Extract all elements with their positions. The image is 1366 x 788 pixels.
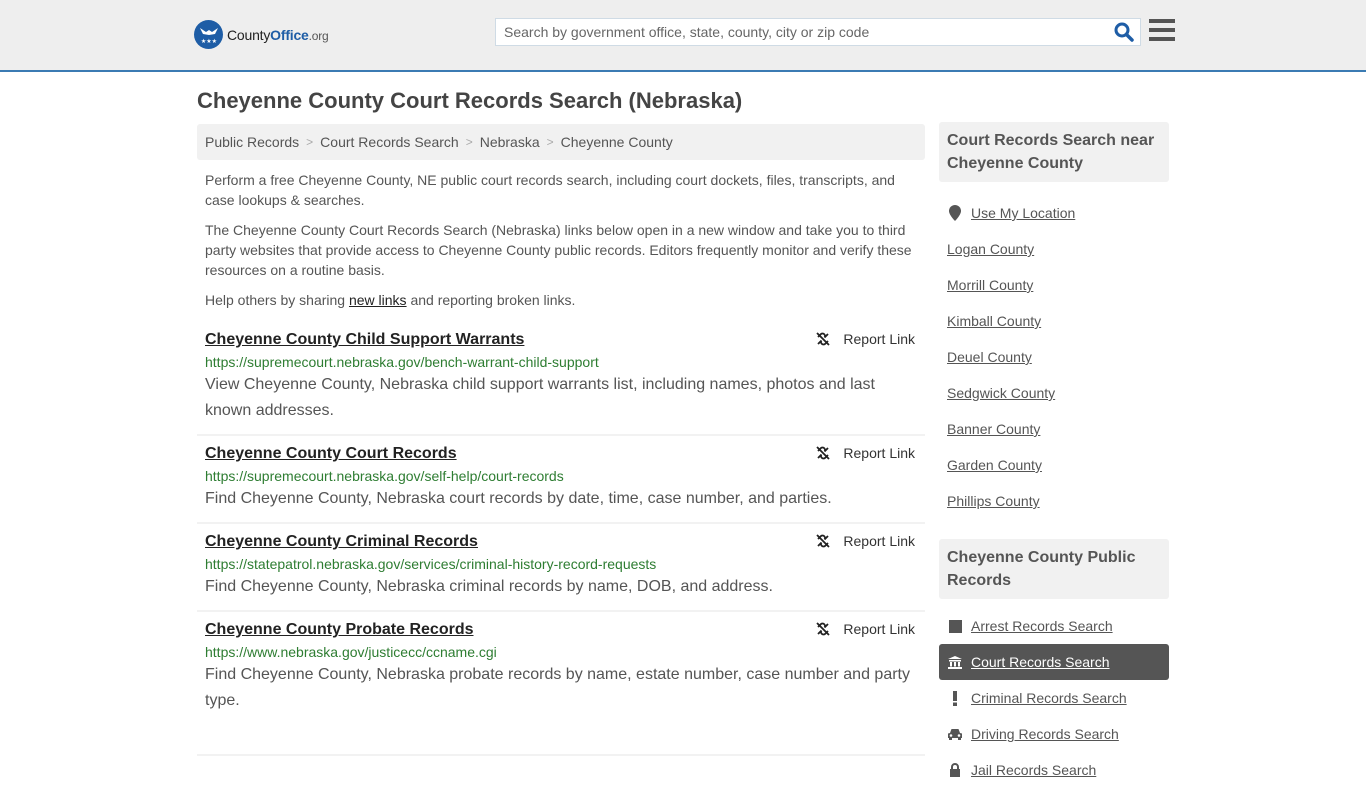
breadcrumb-cheyenne-county[interactable]: Cheyenne County <box>561 134 673 150</box>
use-my-location-item: Use My Location <box>939 195 1169 231</box>
criminal-records-link[interactable]: Criminal Records Search <box>971 690 1127 706</box>
court-records-link[interactable]: Court Records Search <box>971 654 1110 670</box>
result-item: Cheyenne County Criminal Records Report … <box>197 524 925 612</box>
breadcrumb-public-records[interactable]: Public Records <box>205 134 299 150</box>
map-marker-icon <box>947 205 963 221</box>
page-title: Cheyenne County Court Records Search (Ne… <box>197 88 743 113</box>
public-records-item-driving[interactable]: Driving Records Search <box>939 716 1169 752</box>
public-records-heading: Cheyenne County Public Records <box>939 539 1169 599</box>
nearby-county-item: Garden County <box>939 447 1169 483</box>
breadcrumb-court-records-search[interactable]: Court Records Search <box>320 134 459 150</box>
jail-records-link[interactable]: Jail Records Search <box>971 762 1096 778</box>
result-item: Cheyenne County Child Support Warrants R… <box>197 322 925 436</box>
public-records-item-arrest[interactable]: Arrest Records Search <box>939 608 1169 644</box>
result-title-link[interactable]: Cheyenne County Court Records <box>205 444 457 464</box>
search-bar <box>495 18 1141 46</box>
county-link-banner[interactable]: Banner County <box>947 421 1040 437</box>
results-list: Cheyenne County Child Support Warrants R… <box>197 322 925 756</box>
county-link-morrill[interactable]: Morrill County <box>947 277 1033 293</box>
breadcrumb-separator: > <box>306 135 314 149</box>
car-icon <box>947 728 963 740</box>
nearby-county-item: Deuel County <box>939 339 1169 375</box>
broken-link-icon <box>816 534 831 548</box>
intro-paragraph-1: Perform a free Cheyenne County, NE publi… <box>205 172 895 208</box>
hamburger-menu-icon[interactable] <box>1149 19 1175 43</box>
report-link-button[interactable]: Report Link <box>815 331 915 347</box>
result-description: Find Cheyenne County, Nebraska probate r… <box>205 666 910 709</box>
public-records-section: Cheyenne County Public Records Arrest Re… <box>939 539 1169 788</box>
arrest-records-link[interactable]: Arrest Records Search <box>971 618 1113 634</box>
intro-paragraph-2: The Cheyenne County Court Records Search… <box>205 222 912 278</box>
svg-text:★★★: ★★★ <box>200 38 216 45</box>
result-title-link[interactable]: Cheyenne County Probate Records <box>205 620 474 640</box>
result-description: View Cheyenne County, Nebraska child sup… <box>205 376 875 419</box>
result-item: Cheyenne County Court Records Report Lin… <box>197 436 925 524</box>
result-url[interactable]: https://www.nebraska.gov/justicecc/ccnam… <box>205 643 917 661</box>
intro-paragraph-3: Help others by sharing new links and rep… <box>205 292 576 308</box>
result-item: Cheyenne County Probate Records Report L… <box>197 612 925 756</box>
logo-wordmark: CountyOffice.org <box>227 26 329 43</box>
nearby-county-item: Phillips County <box>939 483 1169 519</box>
nearby-county-item: Morrill County <box>939 267 1169 303</box>
new-links-link[interactable]: new links <box>349 292 407 308</box>
nearby-heading: Court Records Search near Cheyenne Count… <box>939 122 1169 182</box>
county-link-deuel[interactable]: Deuel County <box>947 349 1032 365</box>
nearby-county-item: Sedgwick County <box>939 375 1169 411</box>
public-records-item-court[interactable]: Court Records Search <box>939 644 1169 680</box>
site-header: ★★★ CountyOffice.org <box>0 0 1366 72</box>
exclamation-icon <box>947 690 963 706</box>
result-title-link[interactable]: Cheyenne County Child Support Warrants <box>205 330 524 350</box>
nearby-county-list: Use My Location Logan County Morrill Cou… <box>939 195 1169 519</box>
square-icon <box>947 619 963 633</box>
public-records-list: Arrest Records Search Court Records Sear… <box>939 608 1169 788</box>
eagle-logo-icon: ★★★ <box>194 20 223 49</box>
result-title-link[interactable]: Cheyenne County Criminal Records <box>205 532 478 552</box>
breadcrumb-nebraska[interactable]: Nebraska <box>480 134 540 150</box>
county-link-phillips[interactable]: Phillips County <box>947 493 1040 509</box>
public-records-item-criminal[interactable]: Criminal Records Search <box>939 680 1169 716</box>
nearby-county-item: Logan County <box>939 231 1169 267</box>
site-logo[interactable]: ★★★ CountyOffice.org <box>194 20 329 49</box>
county-link-garden[interactable]: Garden County <box>947 457 1042 473</box>
nearby-county-item: Banner County <box>939 411 1169 447</box>
county-link-kimball[interactable]: Kimball County <box>947 313 1041 329</box>
search-input[interactable] <box>496 19 1108 45</box>
result-url[interactable]: https://statepatrol.nebraska.gov/service… <box>205 555 917 573</box>
courthouse-icon <box>947 655 963 669</box>
search-button[interactable] <box>1108 19 1140 45</box>
main-content: Public Records > Court Records Search > … <box>197 124 925 756</box>
breadcrumb: Public Records > Court Records Search > … <box>197 124 925 160</box>
county-link-logan[interactable]: Logan County <box>947 241 1034 257</box>
public-records-item-jail[interactable]: Jail Records Search <box>939 752 1169 788</box>
result-url[interactable]: https://supremecourt.nebraska.gov/bench-… <box>205 353 917 371</box>
report-link-button[interactable]: Report Link <box>815 445 915 461</box>
search-icon <box>1114 22 1134 42</box>
broken-link-icon <box>816 446 831 460</box>
nearby-county-item: Kimball County <box>939 303 1169 339</box>
lock-icon <box>947 763 963 777</box>
breadcrumb-separator: > <box>546 135 554 149</box>
sidebar: Court Records Search near Cheyenne Count… <box>939 122 1169 788</box>
broken-link-icon <box>816 332 831 346</box>
intro-text: Perform a free Cheyenne County, NE publi… <box>197 170 925 310</box>
breadcrumb-separator: > <box>465 135 473 149</box>
result-description: Find Cheyenne County, Nebraska criminal … <box>205 578 773 595</box>
broken-link-icon <box>816 622 831 636</box>
use-my-location-link[interactable]: Use My Location <box>971 205 1075 221</box>
report-link-button[interactable]: Report Link <box>815 533 915 549</box>
result-description: Find Cheyenne County, Nebraska court rec… <box>205 490 832 507</box>
report-link-button[interactable]: Report Link <box>815 621 915 637</box>
result-url[interactable]: https://supremecourt.nebraska.gov/self-h… <box>205 467 917 485</box>
driving-records-link[interactable]: Driving Records Search <box>971 726 1119 742</box>
county-link-sedgwick[interactable]: Sedgwick County <box>947 385 1055 401</box>
